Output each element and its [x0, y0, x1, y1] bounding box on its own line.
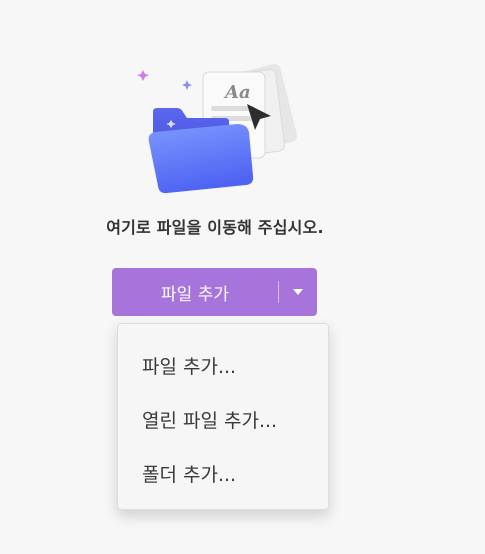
drop-instruction-text: 여기로 파일을 이동해 주십시오. [106, 218, 324, 237]
drop-illustration: Aa [133, 50, 303, 200]
add-file-button-label: 파일 추가 [161, 284, 229, 305]
files-folder-icon: Aa [137, 63, 298, 194]
add-options-menu: 파일 추가... 열린 파일 추가... 폴더 추가... [117, 323, 329, 510]
add-file-split-button[interactable]: 파일 추가 [112, 268, 317, 316]
menu-item-add-folder[interactable]: 폴더 추가... [142, 460, 236, 487]
add-options-dropdown-toggle[interactable] [279, 268, 317, 316]
svg-text:Aa: Aa [223, 82, 251, 103]
sparkle-icon [137, 70, 149, 81]
sparkle-icon [182, 80, 192, 90]
add-file-button[interactable]: 파일 추가 [112, 268, 278, 316]
menu-item-add-open-files[interactable]: 열린 파일 추가... [142, 406, 277, 433]
menu-item-add-file[interactable]: 파일 추가... [142, 352, 236, 379]
caret-down-icon [293, 289, 303, 295]
